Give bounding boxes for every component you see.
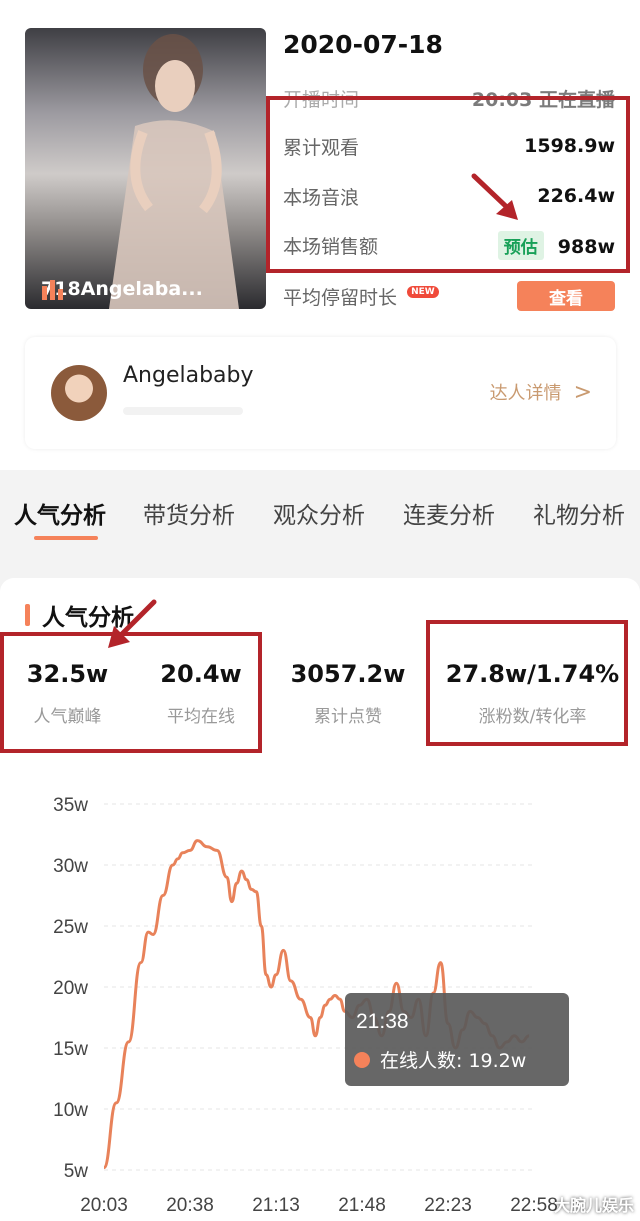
annotation-box-live-stats bbox=[266, 96, 630, 273]
tab-co-stream[interactable]: 连麦分析 bbox=[403, 496, 495, 530]
y-tick-label: 25w bbox=[53, 917, 88, 938]
chevron-right-icon: > bbox=[573, 379, 592, 405]
section-accent-bar bbox=[25, 604, 30, 626]
active-tab-indicator bbox=[34, 536, 98, 540]
x-tick-label: 22:23 bbox=[424, 1195, 472, 1216]
annotation-arrow-icon-2 bbox=[108, 599, 157, 648]
y-tick-label: 30w bbox=[53, 856, 88, 877]
watermark: 大腕儿娱乐 bbox=[553, 1196, 634, 1215]
x-tick-label: 20:03 bbox=[80, 1195, 128, 1216]
y-tick-label: 15w bbox=[53, 1039, 88, 1060]
x-tick-label: 21:13 bbox=[252, 1195, 300, 1216]
x-tick-label: 20:38 bbox=[166, 1195, 214, 1216]
x-tick-label: 21:48 bbox=[338, 1195, 386, 1216]
avg-stay-label: 平均停留时长 bbox=[283, 286, 398, 309]
tooltip-dot bbox=[354, 1052, 370, 1068]
annotation-arrow-icon bbox=[471, 173, 518, 220]
live-summary-card: 718Angelaba... 2020-07-18 开播时间 20:03 正在直… bbox=[0, 0, 640, 470]
anchor-detail-label: 达人详情 bbox=[489, 383, 562, 404]
tooltip-background bbox=[345, 993, 569, 1086]
tab-sales[interactable]: 带货分析 bbox=[143, 496, 235, 530]
live-bars-icon bbox=[42, 280, 63, 300]
chart-tooltip: 21:38 在线人数: 19.2w bbox=[345, 993, 569, 1086]
new-badge: NEW bbox=[407, 285, 439, 298]
performer-silhouette bbox=[109, 34, 239, 309]
anchor-detail-link[interactable]: 达人详情 > bbox=[490, 379, 592, 405]
view-button[interactable]: 查看 bbox=[517, 281, 615, 311]
anchor-card[interactable]: Angelababy 达人详情 > bbox=[25, 337, 616, 449]
tab-popularity[interactable]: 人气分析 bbox=[14, 496, 106, 530]
anchor-name: Angelababy bbox=[123, 363, 254, 388]
stat-likes-value: 3057.2w bbox=[290, 660, 406, 688]
y-tick-label: 10w bbox=[53, 1100, 88, 1121]
online-users-chart[interactable]: 5w 10w 15w 20w 25w 30w 35w 20:03 20:38 21:13 21:4… bbox=[0, 780, 640, 1221]
stat-likes-caption: 累计点赞 bbox=[314, 707, 382, 727]
stat-likes: 3057.2w 累计点赞 bbox=[286, 660, 410, 727]
tooltip-time: 21:38 bbox=[356, 1010, 409, 1033]
live-date: 2020-07-18 bbox=[283, 30, 443, 59]
anchor-subtitle-placeholder bbox=[123, 407, 243, 415]
y-tick-label: 35w bbox=[53, 795, 88, 816]
y-tick-label: 20w bbox=[53, 978, 88, 999]
live-thumbnail[interactable]: 718Angelaba... bbox=[25, 28, 266, 309]
tab-gifts[interactable]: 礼物分析 bbox=[533, 496, 625, 530]
thumbnail-title: 718Angelaba... bbox=[41, 278, 203, 300]
y-tick-label: 5w bbox=[64, 1161, 89, 1182]
avatar[interactable] bbox=[51, 365, 107, 421]
annotation-box-followers bbox=[426, 620, 628, 746]
x-tick-label: 22:58 bbox=[510, 1195, 558, 1216]
avg-stay-row: 平均停留时长 NEW 查看 bbox=[283, 278, 615, 314]
thumbnail-caption: 718Angelaba... bbox=[41, 278, 203, 300]
tooltip-value: 在线人数: 19.2w bbox=[380, 1050, 526, 1072]
tab-audience[interactable]: 观众分析 bbox=[273, 496, 365, 530]
